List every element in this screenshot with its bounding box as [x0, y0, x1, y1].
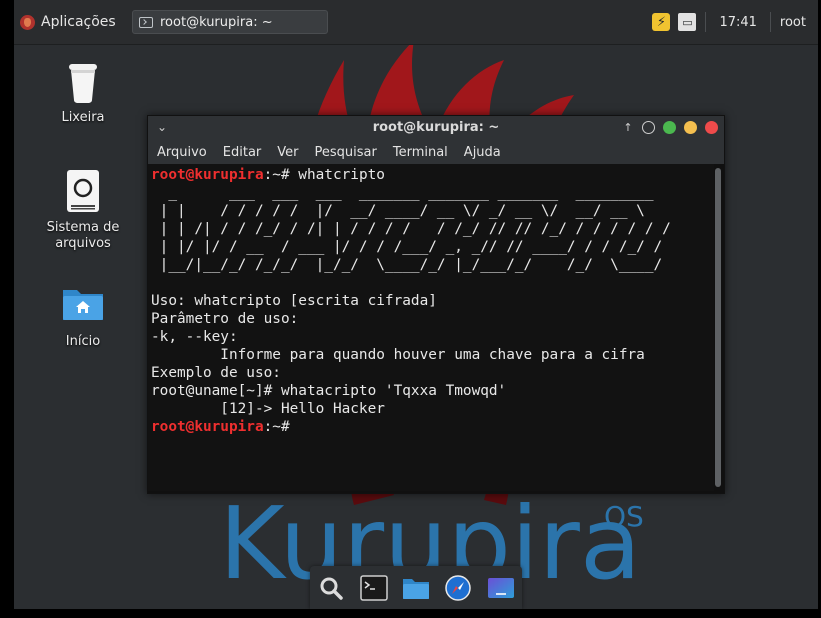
desktop-icon-label: Início [65, 334, 101, 349]
window-controls: ↑ [622, 121, 718, 134]
browser-icon[interactable] [443, 573, 473, 603]
terminal-menubar: Arquivo Editar Ver Pesquisar Terminal Aj… [148, 140, 724, 164]
prompt-path: :~# [263, 419, 290, 435]
desktop-icon-home[interactable]: Início [35, 282, 131, 350]
desktop-icon-label: Sistema de arquivos [46, 220, 120, 251]
home-folder-icon [61, 282, 105, 328]
command-text: whatcripto [289, 167, 385, 183]
desktop-icon[interactable] [486, 573, 516, 603]
menu-ajuda[interactable]: Ajuda [464, 145, 501, 160]
prompt-path: :~# [263, 167, 290, 183]
terminal-scrollbar[interactable] [715, 168, 721, 487]
desktop-icon-trash[interactable]: Lixeira [35, 58, 131, 126]
menu-pesquisar[interactable]: Pesquisar [315, 145, 377, 160]
dock [310, 566, 522, 609]
terminal-window[interactable]: ⌄ root@kurupira: ~ ↑ Arquivo Editar Ver … [147, 115, 725, 494]
wallpaper-brand-suffix: OS [604, 500, 644, 533]
desktop-screen: Kurupira OS Aplicações root@kurupira: ~ … [14, 0, 818, 609]
taskbar-terminal-button[interactable]: root@kurupira: ~ [132, 10, 328, 34]
desktop-icon-filesystem[interactable]: Sistema de arquivos [35, 168, 131, 252]
terminal-icon [139, 16, 153, 28]
applications-label: Aplicações [41, 14, 116, 30]
menu-terminal[interactable]: Terminal [393, 145, 448, 160]
blank-line [151, 274, 714, 292]
minimize-button[interactable] [684, 121, 697, 134]
terminal-icon[interactable] [359, 573, 389, 603]
kurupira-logo-icon [20, 14, 35, 30]
desktop-icon-label: Lixeira [61, 110, 105, 125]
menu-ver[interactable]: Ver [277, 145, 298, 160]
usage-output: Uso: whatcripto [escrita cifrada] Parâme… [151, 293, 645, 417]
user-menu[interactable]: root [780, 15, 806, 30]
terminal-output[interactable]: root@kurupira:~# whatcripto _ ___ ___ __… [148, 164, 714, 491]
search-icon[interactable] [316, 573, 346, 603]
ascii-banner: _ ___ ___ ___ _______ _______ _______ __… [159, 185, 671, 273]
window-titlebar[interactable]: ⌄ root@kurupira: ~ ↑ [148, 116, 724, 140]
system-tray: ⚡ ▭ 17:41 root [652, 10, 818, 34]
power-manager-icon[interactable]: ⚡ [652, 13, 671, 31]
notifications-icon[interactable]: ▭ [678, 13, 697, 31]
tray-separator [769, 12, 771, 32]
pin-icon[interactable]: ↑ [622, 121, 634, 134]
folder-icon[interactable] [401, 573, 431, 603]
drive-icon [61, 168, 105, 214]
menu-arquivo[interactable]: Arquivo [157, 145, 207, 160]
trash-icon [61, 58, 105, 104]
menu-editar[interactable]: Editar [223, 145, 262, 160]
taskbar-window-title: root@kurupira: ~ [160, 14, 273, 30]
prompt-user: root@kurupira [151, 167, 264, 183]
maximize-button[interactable] [663, 121, 676, 134]
prompt-user: root@kurupira [151, 419, 264, 435]
close-button[interactable] [705, 121, 718, 134]
clock[interactable]: 17:41 [719, 15, 756, 30]
applications-menu[interactable]: Aplicações [20, 10, 116, 34]
terminal-line-prompt: root@kurupira:~# [151, 418, 714, 436]
top-panel: Aplicações root@kurupira: ~ ⚡ ▭ 17:41 ro… [14, 0, 818, 45]
terminal-line-command: root@kurupira:~# whatcripto [151, 166, 714, 184]
shade-button[interactable] [642, 121, 655, 134]
tray-separator [705, 12, 707, 32]
